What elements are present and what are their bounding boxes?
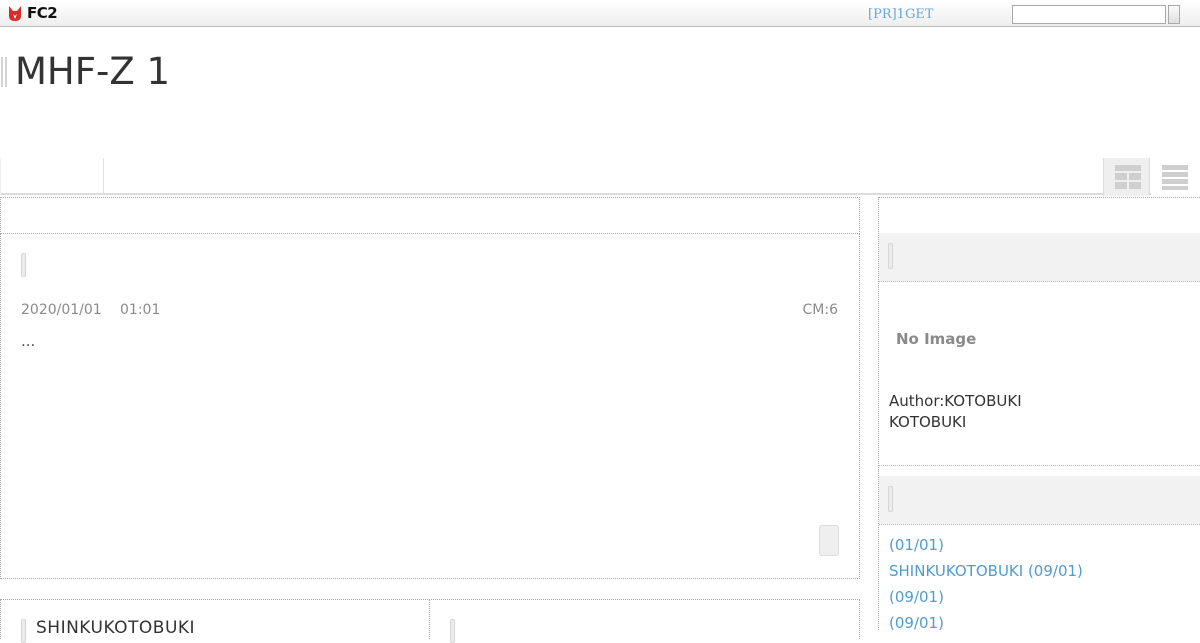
- search-input[interactable]: [1012, 5, 1166, 24]
- entry-title-grip-icon: [21, 253, 26, 277]
- profile-header: [879, 233, 1200, 282]
- fc2-header-bar: FC2 [PR]1GET: [0, 0, 1200, 27]
- list-item: (01/01): [889, 535, 1083, 561]
- recent-entry-link[interactable]: SHINKUKOTOBUKI (09/01): [889, 562, 1083, 580]
- grid-view-icon: [1115, 165, 1141, 189]
- list-item: (09/01): [889, 613, 1083, 639]
- sub-entry-title[interactable]: SHINKUKOTOBUKI: [36, 618, 195, 638]
- search-button[interactable]: [1168, 5, 1180, 24]
- nav-tab-home[interactable]: [0, 158, 104, 195]
- sidebar-top-strip: [878, 197, 1200, 234]
- entry-time: 01:01: [120, 302, 161, 318]
- pr-ad-link[interactable]: [PR]1GET: [868, 7, 934, 22]
- grid-view-button[interactable]: [1103, 158, 1150, 196]
- list-view-button[interactable]: [1151, 158, 1200, 196]
- avatar-no-image: No Image: [896, 330, 977, 348]
- sub-entry-right-grip-icon: [450, 619, 455, 643]
- author-name: KOTOBUKI: [889, 413, 967, 431]
- recent-entry-link[interactable]: (09/01): [889, 614, 944, 632]
- sub-entry-card-right: [429, 599, 860, 639]
- entry-excerpt: ...: [21, 332, 36, 350]
- profile-divider: [879, 465, 1200, 466]
- blog-title[interactable]: MHF-Z 1: [15, 50, 170, 93]
- list-item: SHINKUKOTOBUKI (09/01): [889, 561, 1083, 587]
- sub-entry-grip-icon: [21, 619, 26, 643]
- entry-card: [0, 233, 860, 579]
- entry-comment-count[interactable]: CM:6: [803, 302, 838, 318]
- recent-header-grip-icon: [888, 486, 893, 512]
- fc2-brand-text: FC2: [27, 4, 58, 22]
- recent-entry-link[interactable]: (01/01): [889, 536, 944, 554]
- main-top-strip: [0, 197, 860, 234]
- fc2-logo[interactable]: FC2: [6, 3, 58, 23]
- author-label: Author:KOTOBUKI: [889, 392, 1022, 410]
- recent-entries-header: [879, 476, 1200, 525]
- entry-separator: [0, 578, 860, 600]
- profile-header-grip-icon: [888, 243, 893, 269]
- read-more-button[interactable]: [819, 525, 839, 556]
- nav-bar: [0, 158, 1200, 196]
- recent-entries-list: (01/01) SHINKUKOTOBUKI (09/01) (09/01) (…: [889, 535, 1083, 639]
- list-view-icon: [1162, 165, 1188, 190]
- recent-entry-link[interactable]: (09/01): [889, 588, 944, 606]
- title-grip-icon: [1, 57, 7, 87]
- entry-date: 2020/01/01: [21, 302, 102, 318]
- fc2-fox-icon: [9, 6, 21, 21]
- list-item: (09/01): [889, 587, 1083, 613]
